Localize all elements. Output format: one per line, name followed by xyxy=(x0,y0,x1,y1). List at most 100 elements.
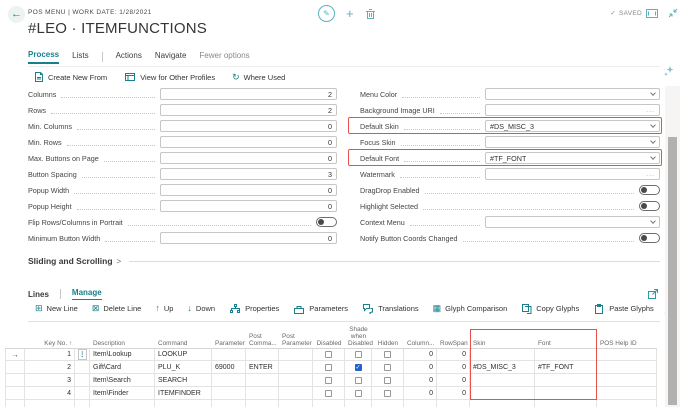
cell-dots[interactable] xyxy=(75,387,90,399)
copy-glyphs-button[interactable]: Copy Glyphs xyxy=(521,303,579,314)
cell-dots[interactable] xyxy=(75,374,90,386)
table-row[interactable]: 4 Item\FinderITEMFINDER 00 xyxy=(5,387,657,400)
cell-pos_help[interactable] xyxy=(597,387,657,399)
where-used-button[interactable]: ↻Where Used xyxy=(232,73,285,82)
cell-post_comma[interactable] xyxy=(246,349,279,360)
tab-actions[interactable]: Actions xyxy=(116,51,142,63)
chevron-down-icon[interactable] xyxy=(650,218,656,224)
column-header-hidden[interactable]: Hidden xyxy=(372,340,404,349)
column-header-key_no[interactable]: Key No. ↑ xyxy=(25,340,75,349)
cell-rowspan[interactable]: 0 xyxy=(437,361,470,373)
cell-description[interactable]: Item\Lookup xyxy=(90,349,155,360)
new-record-plus-icon[interactable]: + xyxy=(346,5,354,22)
input-field[interactable]: 0 xyxy=(160,136,337,148)
cell-rowspan[interactable]: 0 xyxy=(437,374,470,386)
cell-shade[interactable]: ✓ xyxy=(345,361,372,373)
column-header-font[interactable]: Font xyxy=(535,340,597,349)
cell-font[interactable] xyxy=(535,349,597,360)
select-field[interactable]: #TF_FONT xyxy=(485,152,660,164)
row-options-dots-icon[interactable]: ⋮ xyxy=(78,349,87,360)
toggle-off[interactable] xyxy=(639,185,660,195)
cell-font[interactable] xyxy=(535,374,597,386)
cell-arrow[interactable]: → xyxy=(5,349,25,360)
down-button[interactable]: ↓Down xyxy=(187,304,215,313)
column-header-pos_help[interactable]: POS Help ID xyxy=(597,340,657,349)
cell-post_comma[interactable]: ENTER xyxy=(246,361,279,373)
checkbox-checked[interactable]: ✓ xyxy=(355,364,362,371)
toggle-off[interactable] xyxy=(316,217,337,227)
vertical-scrollbar-thumb[interactable] xyxy=(668,137,677,405)
select-field[interactable] xyxy=(485,216,660,228)
cell-parameter[interactable] xyxy=(212,387,246,399)
cell-pos_help[interactable] xyxy=(597,374,657,386)
cell-key_no[interactable]: 1 xyxy=(25,349,75,360)
table-row[interactable]: 2Gift\CardPLU_K69000ENTER✓00#DS_MISC_3#T… xyxy=(5,361,657,374)
open-in-new-window-icon[interactable] xyxy=(648,289,658,299)
cell-skin[interactable]: #DS_MISC_3 xyxy=(470,361,535,373)
cell-font[interactable]: #TF_FONT xyxy=(535,361,597,373)
chevron-down-icon[interactable] xyxy=(650,138,656,144)
delete-line-button[interactable]: ⊠Delete Line xyxy=(92,304,142,313)
paste-glyphs-button[interactable]: Paste Glyphs xyxy=(593,303,654,314)
cell-pos_help[interactable] xyxy=(597,361,657,373)
cell-post_parameter[interactable] xyxy=(279,387,313,399)
column-header-skin[interactable]: Skin xyxy=(470,340,535,349)
assist-edit-field[interactable]: ... xyxy=(485,168,660,180)
properties-button[interactable]: Properties xyxy=(229,303,279,314)
cell-skin[interactable] xyxy=(470,374,535,386)
cell-hidden[interactable] xyxy=(372,349,404,360)
sparkle-icon[interactable] xyxy=(664,66,674,76)
cell-column[interactable]: 0 xyxy=(404,387,437,399)
column-header-post_parameter[interactable]: Post Parameter xyxy=(279,333,313,349)
cell-skin[interactable] xyxy=(470,349,535,360)
cell-hidden[interactable] xyxy=(372,387,404,399)
cell-shade[interactable] xyxy=(345,387,372,399)
input-field[interactable]: 2 xyxy=(160,88,337,100)
edit-pencil-icon[interactable]: ✎ xyxy=(318,5,335,22)
input-field[interactable]: 0 xyxy=(160,152,337,164)
checkbox-unchecked[interactable] xyxy=(325,377,332,384)
up-button[interactable]: ↑Up xyxy=(155,304,173,313)
input-field[interactable]: 3 xyxy=(160,168,337,180)
table-row[interactable] xyxy=(5,400,657,407)
cell-key_no[interactable]: 4 xyxy=(25,387,75,399)
cell-post_comma[interactable] xyxy=(246,387,279,399)
column-header-disabled[interactable]: Disabled xyxy=(313,340,345,349)
checkbox-unchecked[interactable] xyxy=(355,351,362,358)
section-title[interactable]: Sliding and Scrolling xyxy=(28,256,113,266)
parameters-button[interactable]: Parameters xyxy=(293,304,348,314)
checkbox-unchecked[interactable] xyxy=(325,351,332,358)
cell-hidden[interactable] xyxy=(372,374,404,386)
column-header-parameter[interactable]: Parameter xyxy=(212,340,246,349)
cell-command[interactable]: ITEMFINDER xyxy=(155,387,212,399)
cell-arrow[interactable] xyxy=(5,387,25,399)
cell-command[interactable]: LOOKUP xyxy=(155,349,212,360)
toggle-off[interactable] xyxy=(639,233,660,243)
cell-disabled[interactable] xyxy=(313,349,345,360)
cell-post_parameter[interactable] xyxy=(279,374,313,386)
column-header-post_comma[interactable]: Post Comma... xyxy=(246,333,279,349)
input-field[interactable]: 0 xyxy=(160,184,337,196)
column-header-description[interactable]: Description xyxy=(90,340,155,349)
cell-key_no[interactable]: 3 xyxy=(25,374,75,386)
cell-post_parameter[interactable] xyxy=(279,361,313,373)
cell-command[interactable]: SEARCH xyxy=(155,374,212,386)
translations-button[interactable]: Translations xyxy=(362,303,419,314)
checkbox-unchecked[interactable] xyxy=(325,364,332,371)
input-field[interactable]: 0 xyxy=(160,200,337,212)
chevron-down-icon[interactable] xyxy=(650,90,656,96)
column-header-shade[interactable]: Shade when Disabled xyxy=(345,326,372,349)
cell-arrow[interactable] xyxy=(5,361,25,373)
cell-command[interactable]: PLU_K xyxy=(155,361,212,373)
new-line-button[interactable]: ⊞New Line xyxy=(35,304,78,313)
create-new-from-button[interactable]: Create New From xyxy=(33,71,107,83)
cell-description[interactable]: Item\Finder xyxy=(90,387,155,399)
cell-shade[interactable] xyxy=(345,374,372,386)
tab-fewer-options[interactable]: Fewer options xyxy=(199,51,249,63)
cell-skin[interactable] xyxy=(470,387,535,399)
cell-hidden[interactable] xyxy=(372,361,404,373)
cell-rowspan[interactable]: 0 xyxy=(437,387,470,399)
checkbox-unchecked[interactable] xyxy=(384,390,391,397)
cell-description[interactable]: Item\Search xyxy=(90,374,155,386)
select-field[interactable] xyxy=(485,136,660,148)
